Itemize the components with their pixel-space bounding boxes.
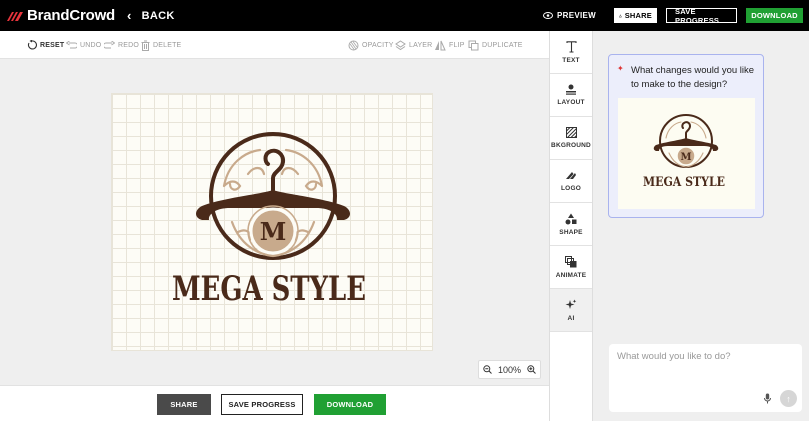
side-item-animate[interactable]: ANIMATE (550, 246, 592, 289)
undo-label: UNDO (80, 41, 102, 49)
canvas-area[interactable]: M MEGA STYLE 100% (0, 59, 549, 385)
zoom-in-icon[interactable] (527, 365, 536, 374)
layers-icon (395, 39, 406, 50)
layer-label: LAYER (409, 41, 433, 49)
design-thumbnail[interactable]: M MEGA STYLE (618, 98, 755, 209)
ai-message-card: ✦ What changes would you like to make to… (608, 54, 764, 218)
share-button[interactable]: SHARE (614, 8, 657, 23)
logo-initial[interactable]: M (260, 217, 287, 246)
zoom-out-icon[interactable] (483, 365, 492, 374)
zoom-level: 100% (497, 364, 522, 375)
side-item-label: ANIMATE (555, 271, 587, 279)
zoom-control: 100% (478, 360, 541, 379)
back-button[interactable]: ‹ BACK (127, 8, 175, 23)
layout-icon (566, 84, 576, 95)
side-item-label: AI (567, 314, 575, 322)
brandcrowd-logo-icon (7, 11, 23, 21)
side-item-label: LAYOUT (557, 99, 585, 106)
chevron-left-icon: ‹ (127, 8, 132, 23)
thumbnail-initial: M (680, 152, 691, 163)
side-item-logo[interactable]: LOGO (550, 160, 592, 203)
bottom-action-bar: SHARE SAVE PROGRESS DOWNLOAD (0, 385, 549, 421)
ai-prompt-text: What changes would you like to make to t… (631, 65, 755, 90)
side-item-ai[interactable]: AI (550, 289, 592, 332)
side-item-label: SHAPE (559, 228, 583, 236)
brand[interactable]: BrandCrowd (6, 7, 115, 24)
redo-label: REDO (118, 41, 140, 49)
delete-label: DELETE (153, 41, 182, 49)
duplicate-label: DUPLICATE (482, 41, 523, 49)
background-icon (565, 127, 577, 138)
logo-icon (566, 172, 576, 179)
preview-button[interactable]: PREVIEW (543, 11, 596, 20)
undo-button[interactable]: UNDO (66, 31, 101, 59)
side-item-label: BKGROUND (551, 142, 591, 149)
design-artboard[interactable]: M MEGA STYLE (111, 93, 433, 351)
side-item-layout[interactable]: LAYOUT (550, 74, 592, 117)
ai-sparkle-icon (565, 299, 577, 309)
ai-assistant-panel: ✦ What changes would you like to make to… (593, 31, 809, 421)
ai-chat-input[interactable]: What would you like to do? ↑ (609, 344, 802, 412)
thumbnail-logo-graphic: M MEGA STYLE (643, 114, 725, 190)
save-progress-button[interactable]: SAVE PROGRESS (666, 7, 737, 25)
redo-button[interactable]: REDO (104, 31, 139, 59)
back-label: BACK (141, 9, 175, 22)
flip-button[interactable]: FLIP (434, 31, 465, 59)
download-button[interactable]: DOWNLOAD (746, 8, 803, 23)
flip-icon (435, 40, 446, 50)
flip-label: FLIP (449, 41, 465, 49)
reset-button[interactable]: RESET (27, 31, 64, 59)
preview-label: PREVIEW (557, 11, 596, 20)
reset-label: RESET (40, 41, 65, 49)
side-item-shape[interactable]: SHAPE (550, 203, 592, 246)
edit-toolbar: RESET UNDO REDO DELETE OPACITY LAYER FLI… (0, 31, 549, 59)
logo-text[interactable]: MEGA STYLE (172, 269, 366, 309)
arrow-up-icon: ↑ (786, 393, 791, 404)
side-item-background[interactable]: BKGROUND (550, 117, 592, 160)
side-tools-panel: TEXT LAYOUT BKGROUND LOGO SHAPE ANIMATE … (549, 31, 593, 421)
eye-icon (543, 12, 553, 19)
undo-icon (66, 40, 77, 48)
top-bar: BrandCrowd ‹ BACK PREVIEW SHARE SAVE PRO… (0, 0, 809, 31)
reset-icon (27, 40, 37, 50)
ai-input-placeholder: What would you like to do? (617, 351, 731, 362)
microphone-icon[interactable] (764, 393, 771, 404)
bottom-save-progress-button[interactable]: SAVE PROGRESS (221, 394, 303, 415)
duplicate-button[interactable]: DUPLICATE (468, 31, 523, 59)
share-label: SHARE (624, 11, 652, 20)
opacity-button[interactable]: OPACITY (348, 31, 394, 59)
send-button[interactable]: ↑ (780, 390, 797, 407)
side-item-text[interactable]: TEXT (550, 31, 592, 74)
ai-sparkle-icon: ✦ (617, 64, 624, 73)
opacity-label: OPACITY (362, 41, 394, 49)
side-item-label: TEXT (562, 56, 580, 64)
side-item-label: LOGO (561, 185, 581, 192)
bottom-share-button[interactable]: SHARE (157, 394, 211, 415)
delete-button[interactable]: DELETE (141, 31, 181, 59)
trash-icon (141, 40, 150, 51)
animate-icon (565, 255, 577, 267)
redo-icon (104, 40, 115, 48)
shape-icon (565, 213, 577, 224)
hanger-hook (263, 148, 286, 192)
layer-button[interactable]: LAYER (395, 31, 432, 59)
text-icon (565, 40, 577, 53)
opacity-icon (348, 40, 359, 50)
brand-name: BrandCrowd (27, 7, 116, 24)
share-icon (619, 14, 622, 17)
duplicate-icon (468, 40, 479, 50)
bottom-download-button[interactable]: DOWNLOAD (314, 394, 386, 415)
logo-graphic[interactable]: M MEGA STYLE (112, 94, 434, 352)
thumbnail-text: MEGA STYLE (643, 175, 725, 190)
